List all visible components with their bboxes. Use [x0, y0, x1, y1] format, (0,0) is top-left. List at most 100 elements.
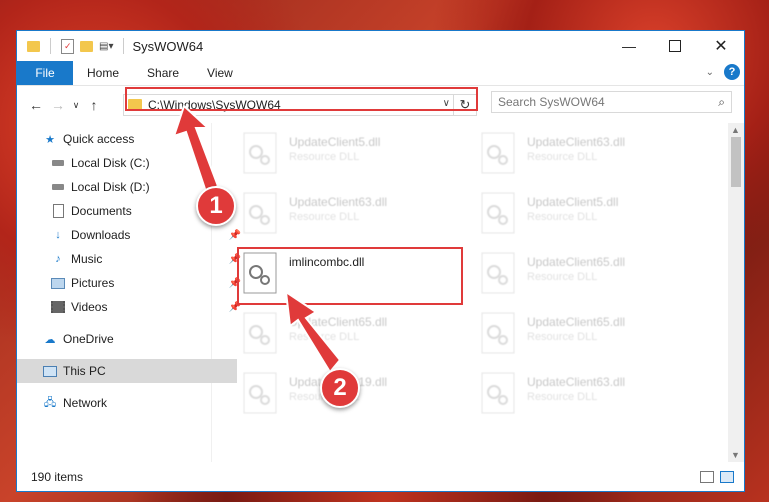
- dll-file-icon: [479, 251, 517, 295]
- sidebar-item-music[interactable]: ♪ Music 📌: [17, 247, 245, 271]
- minimize-button[interactable]: —: [606, 31, 652, 61]
- dll-file-icon: [241, 311, 279, 355]
- file-name: UpdateClient63.dll: [527, 375, 626, 389]
- file-name: UpdateClient65.dll: [527, 255, 626, 269]
- sidebar-item-label: Quick access: [63, 132, 135, 146]
- search-placeholder: Search SysWOW64: [498, 95, 605, 109]
- folder-icon: [27, 40, 40, 52]
- file-type: Resource DLL: [527, 271, 598, 283]
- recent-locations-button[interactable]: ∨: [69, 100, 83, 111]
- dll-file-icon: [241, 371, 279, 415]
- tab-view[interactable]: View: [193, 61, 247, 85]
- dll-file-icon: [479, 191, 517, 235]
- sidebar-item-label: OneDrive: [63, 332, 114, 346]
- file-name: UpdateClient63.dll: [289, 195, 388, 209]
- vertical-scrollbar[interactable]: ▲ ▼: [728, 123, 744, 462]
- sidebar-item-onedrive[interactable]: ☁ OneDrive: [17, 327, 237, 351]
- file-type: Resource DLL: [527, 211, 598, 223]
- maximize-button[interactable]: [652, 31, 698, 61]
- list-item[interactable]: UpdateClient63.dll Resource DLL: [479, 371, 709, 421]
- back-button[interactable]: ←: [25, 97, 47, 113]
- forward-button[interactable]: →: [47, 97, 69, 113]
- sidebar-item-label: Network: [63, 396, 108, 410]
- tab-share[interactable]: Share: [133, 61, 193, 85]
- sidebar-item-local-disk-c[interactable]: Local Disk (C:): [17, 151, 245, 175]
- details-view-icon[interactable]: [700, 471, 714, 483]
- window-controls: — ✕: [606, 31, 744, 61]
- scroll-thumb[interactable]: [731, 137, 741, 187]
- list-item[interactable]: UpdateClient65.dll Resource DLL: [479, 251, 709, 301]
- maximize-icon: [669, 40, 681, 52]
- pictures-icon: [51, 276, 65, 290]
- sidebar-item-label: Music: [71, 252, 103, 266]
- tab-home[interactable]: Home: [73, 61, 133, 85]
- drive-icon: [51, 180, 65, 194]
- videos-icon: [51, 300, 65, 314]
- list-item[interactable]: UpdateClient65.dll Resource DLL: [241, 311, 471, 361]
- computer-icon: [43, 364, 57, 378]
- sidebar-item-quick-access[interactable]: ★ Quick access: [17, 127, 237, 151]
- tab-file[interactable]: File: [17, 61, 73, 85]
- explorer-body: ★ Quick access Local Disk (C:) Local Dis…: [17, 123, 744, 462]
- sidebar-item-pictures[interactable]: Pictures 📌: [17, 271, 245, 295]
- new-folder-icon[interactable]: [80, 40, 93, 52]
- item-count: 190 items: [31, 470, 84, 484]
- scroll-up-icon[interactable]: ▲: [731, 125, 740, 135]
- ribbon-tabs: File Home Share View ⌄ ?: [17, 61, 744, 86]
- up-button[interactable]: ↑: [83, 97, 105, 113]
- sidebar-item-label: This PC: [63, 364, 106, 378]
- sidebar-item-network[interactable]: 🖧 Network: [17, 391, 237, 415]
- cloud-icon: ☁: [44, 333, 56, 346]
- tiles-view-icon[interactable]: [720, 471, 734, 483]
- navigation-pane: ★ Quick access Local Disk (C:) Local Dis…: [17, 123, 241, 462]
- file-name: UpdateClient65.dll: [289, 315, 388, 329]
- close-icon: ✕: [714, 38, 728, 55]
- file-type: Resource DLL: [527, 331, 598, 343]
- dll-file-icon: [241, 131, 279, 175]
- list-item[interactable]: UpdateClient5.dll Resource DLL: [479, 191, 709, 241]
- customize-toolbar-icon[interactable]: ▤▾: [99, 41, 113, 52]
- list-item[interactable]: UpdateClient63.dll Resource DLL: [479, 131, 709, 181]
- search-input[interactable]: Search SysWOW64 ⌕: [491, 91, 732, 113]
- file-name: UpdateClient63.dll: [527, 135, 626, 149]
- file-name: UpdateClient5.dll: [289, 135, 381, 149]
- star-icon: ★: [45, 133, 55, 146]
- drive-icon: [51, 156, 65, 170]
- file-name: UpdateClient65.dll: [527, 315, 626, 329]
- list-item[interactable]: UpdateClient65.dll Resource DLL: [479, 311, 709, 361]
- file-type: Resource DLL: [289, 331, 360, 343]
- sidebar-item-label: Local Disk (D:): [71, 180, 150, 194]
- dll-file-icon: [479, 311, 517, 355]
- download-icon: ↓: [55, 229, 61, 241]
- sidebar-item-label: Downloads: [71, 228, 131, 242]
- address-bar-highlight: [125, 87, 478, 111]
- file-highlight-box: [237, 247, 463, 305]
- window-title: SysWOW64: [132, 38, 204, 54]
- properties-icon[interactable]: ✓: [61, 38, 74, 54]
- toolbar-divider: [123, 38, 125, 54]
- sidebar-item-downloads[interactable]: ↓ Downloads 📌: [17, 223, 245, 247]
- sidebar-item-this-pc[interactable]: This PC: [17, 359, 237, 383]
- dll-file-icon: [479, 131, 517, 175]
- file-explorer-window: ✓ ▤▾ SysWOW64 — ✕ File Home Share View ⌄…: [16, 30, 745, 492]
- status-bar: 190 items: [17, 463, 744, 491]
- list-item[interactable]: UpdateClient5.dll Resource DLL: [241, 131, 471, 181]
- scroll-down-icon[interactable]: ▼: [731, 450, 740, 460]
- sidebar-item-label: Local Disk (C:): [71, 156, 150, 170]
- file-type: Resource DLL: [289, 151, 360, 163]
- file-type: Resource DLL: [527, 391, 598, 403]
- list-item[interactable]: UpdateClient63.dll Resource DLL: [241, 191, 471, 241]
- file-type: Resource DLL: [527, 151, 598, 163]
- sidebar-item-videos[interactable]: Videos 📌: [17, 295, 245, 319]
- file-name: UpdateClient5.dll: [527, 195, 619, 209]
- sidebar-item-label: Videos: [71, 300, 108, 314]
- help-icon[interactable]: ?: [724, 64, 740, 80]
- sidebar-item-label: Documents: [71, 204, 132, 218]
- close-button[interactable]: ✕: [698, 31, 744, 61]
- sidebar-item-label: Pictures: [71, 276, 115, 290]
- ribbon-controls: ⌄ ?: [706, 64, 740, 80]
- network-icon: 🖧: [43, 396, 57, 409]
- expand-ribbon-icon[interactable]: ⌄: [706, 67, 714, 78]
- view-toggle: [700, 471, 734, 483]
- search-icon[interactable]: ⌕: [718, 95, 725, 110]
